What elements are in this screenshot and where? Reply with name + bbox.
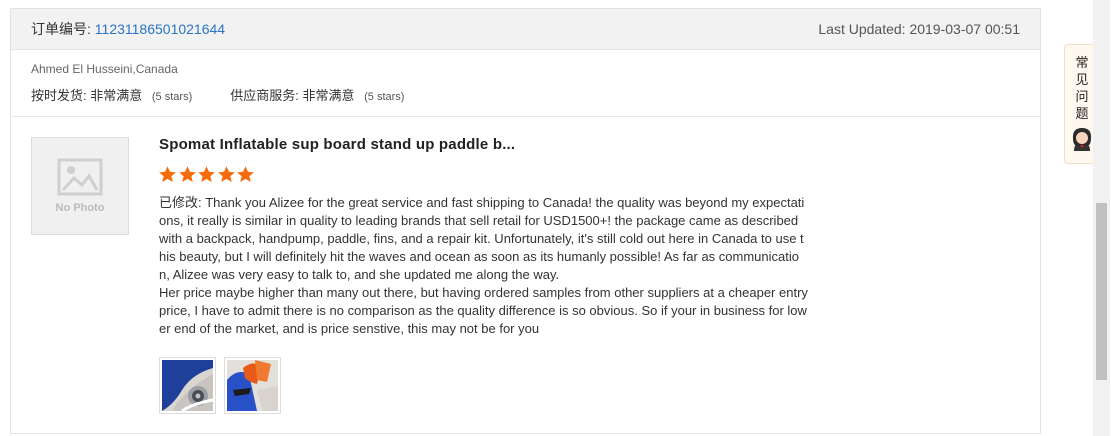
- seller-ratings: 按时发货: 非常满意 (5 stars) 供应商服务: 非常满意 (5 star…: [31, 85, 1020, 104]
- rating-label: 按时发货:: [31, 88, 87, 103]
- review-body: Thank you Alizee for the great service a…: [159, 195, 808, 336]
- paddle-board-photo: [162, 360, 213, 411]
- product-star-rating: [158, 165, 256, 184]
- star-icon: [217, 166, 235, 183]
- order-header: 订单编号: 11231186501021644 Last Updated: 20…: [11, 9, 1040, 50]
- faq-char: 常: [1075, 55, 1089, 70]
- review-photo[interactable]: [224, 357, 281, 414]
- last-updated: Last Updated: 2019-03-07 00:51: [818, 21, 1020, 37]
- product-image-placeholder[interactable]: No Photo: [31, 137, 129, 235]
- review-photos: [159, 357, 289, 414]
- review-text: 已修改: Thank you Alizee for the great serv…: [159, 194, 809, 338]
- review-card: 订单编号: 11231186501021644 Last Updated: 20…: [10, 8, 1041, 434]
- last-updated-label: Last Updated:: [818, 21, 906, 37]
- rating-stars-text: (5 stars): [364, 91, 405, 103]
- faq-char: 问: [1075, 89, 1089, 104]
- star-icon: [198, 166, 215, 183]
- image-placeholder-icon: [57, 158, 103, 196]
- rating-service: 供应商服务: 非常满意 (5 stars): [230, 85, 404, 104]
- paddle-board-fin-photo: [227, 360, 278, 411]
- star-icon: [237, 166, 254, 183]
- faq-char: 见: [1075, 72, 1089, 87]
- order-number-link[interactable]: 11231186501021644: [95, 21, 225, 37]
- rating-value: 非常满意: [90, 88, 143, 103]
- rating-value: 非常满意: [302, 88, 355, 103]
- last-updated-value: 2019-03-07 00:51: [909, 21, 1020, 37]
- page-scrollbar-thumb[interactable]: [1096, 203, 1107, 380]
- faq-char: 题: [1075, 106, 1089, 121]
- product-review: No Photo Spomat Inflatable sup board sta…: [11, 117, 1040, 433]
- star-icon: [178, 166, 196, 183]
- star-icon: [159, 166, 176, 183]
- buyer-name: Ahmed El Husseini,Canada: [31, 62, 178, 76]
- buyer-feedback: Ahmed El Husseini,Canada 按时发货: 非常满意 (5 s…: [11, 50, 1040, 117]
- order-number-label: 订单编号:: [31, 21, 91, 37]
- customer-service-avatar-icon: [1072, 128, 1092, 151]
- review-photo[interactable]: [159, 357, 216, 414]
- order-number-group: 订单编号: 11231186501021644: [31, 19, 225, 39]
- rating-shipping: 按时发货: 非常满意 (5 stars): [31, 85, 192, 104]
- product-title-link[interactable]: Spomat Inflatable sup board stand up pad…: [159, 136, 515, 153]
- no-photo-text: No Photo: [55, 202, 105, 214]
- review-edited-prefix: 已修改:: [159, 195, 202, 210]
- rating-label: 供应商服务:: [230, 88, 299, 103]
- rating-stars-text: (5 stars): [151, 91, 193, 103]
